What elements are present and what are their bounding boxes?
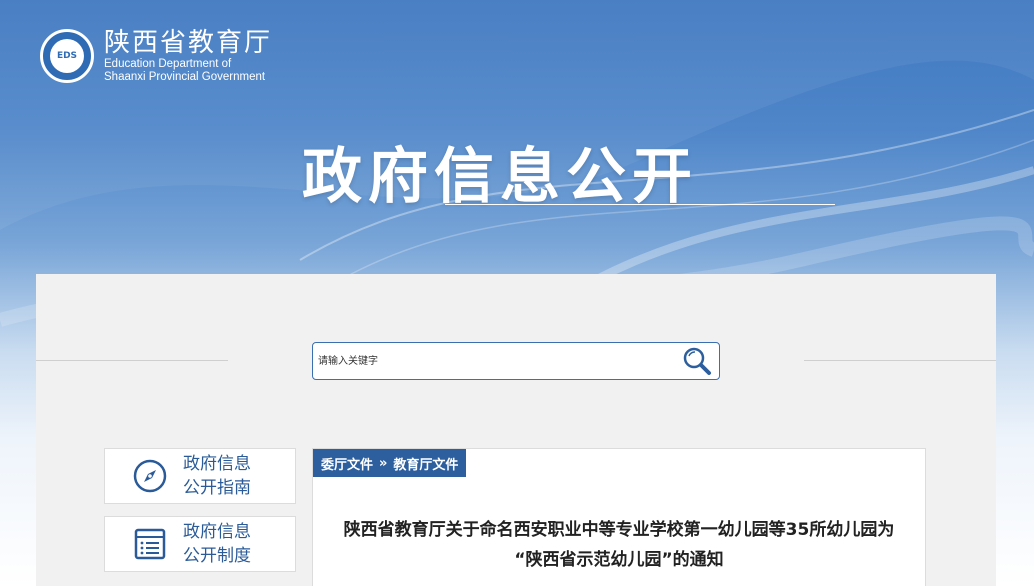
search-input[interactable] [313, 343, 675, 379]
emblem-text: EDS [50, 39, 84, 73]
compass-icon [133, 459, 167, 493]
breadcrumb-separator: » [379, 455, 388, 471]
headline-divider [445, 204, 835, 205]
search-divider-right [804, 360, 996, 361]
document-content: 委厅文件 » 教育厅文件 陕西省教育厅关于命名西安职业中等专业学校第一幼儿园等3… [312, 448, 926, 586]
site-logo[interactable]: EDS 陕西省教育厅 Education Department of Shaan… [40, 28, 272, 84]
breadcrumb: 委厅文件 » 教育厅文件 [313, 449, 467, 477]
document-title: 陕西省教育厅关于命名西安职业中等专业学校第一幼儿园等35所幼儿园为 “陕西省示范… [313, 515, 925, 575]
document-title-line1: 陕西省教育厅关于命名西安职业中等专业学校第一幼儿园等35所幼儿园为 [343, 520, 895, 540]
page-headline: 政府信息公开 [302, 142, 698, 212]
document-title-line2: “陕西省示范幼儿园”的通知 [514, 550, 724, 570]
search-bar [312, 342, 720, 380]
search-icon [683, 347, 711, 375]
sidebar-item-system[interactable]: 政府信息 公开制度 [104, 516, 296, 572]
breadcrumb-item-department-docs[interactable]: 教育厅文件 [393, 454, 458, 473]
sidebar-item-system-line1: 政府信息 [183, 522, 251, 542]
main-panel: 政府信息 公开指南 政府信息 公开制度 委厅文件 » 教育厅文件 [36, 274, 996, 586]
sidebar-item-guide-line2: 公开指南 [183, 478, 251, 498]
org-name-en-line1: Education Department of [104, 58, 232, 70]
sidebar-item-system-line2: 公开制度 [183, 546, 251, 566]
search-button[interactable] [675, 343, 719, 379]
breadcrumb-item-committee-docs[interactable]: 委厅文件 [321, 454, 373, 473]
sidebar-item-guide-line1: 政府信息 [183, 454, 251, 474]
org-name-cn: 陕西省教育厅 [104, 28, 273, 58]
emblem-icon: EDS [40, 29, 94, 83]
sidebar-item-guide[interactable]: 政府信息 公开指南 [104, 448, 296, 504]
list-icon [134, 528, 166, 560]
org-name-en-line2: Shaanxi Provincial Government [104, 71, 266, 83]
search-divider-left [36, 360, 228, 361]
